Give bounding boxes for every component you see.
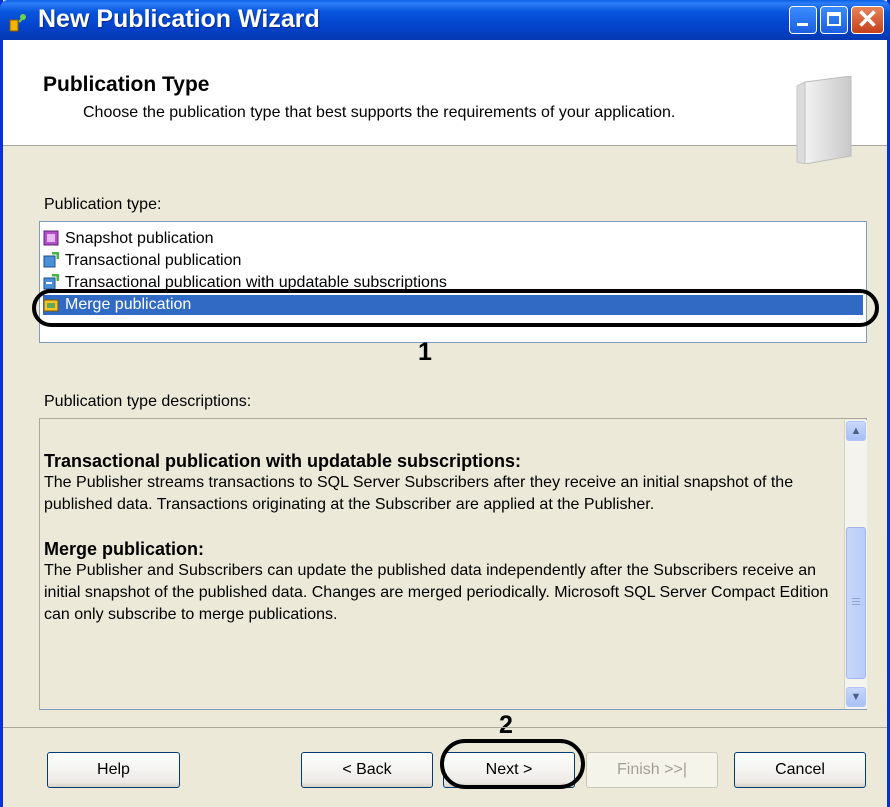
callout-number-1: 1	[418, 338, 432, 366]
list-item-transactional[interactable]: Transactional publication	[43, 251, 863, 271]
description-text: Transactional publication with updatable…	[44, 450, 842, 626]
scroll-up-button[interactable]: ▲	[846, 421, 866, 441]
help-button[interactable]: Help	[47, 752, 180, 788]
description-body: The Publisher streams transactions to SQ…	[44, 474, 794, 513]
vertical-scrollbar[interactable]: ▲ ▼	[844, 420, 867, 709]
wizard-banner-icon	[796, 76, 852, 164]
publication-type-label: Publication type:	[44, 196, 162, 213]
page-title: Publication Type	[43, 73, 210, 96]
callout-ring-selection	[32, 289, 879, 327]
finish-button[interactable]: Finish >>|	[586, 752, 718, 788]
minimize-icon	[797, 23, 808, 26]
description-heading: Merge publication:	[44, 539, 205, 559]
scroll-down-button[interactable]: ▼	[846, 687, 866, 707]
descriptions-label: Publication type descriptions:	[44, 393, 252, 410]
minimize-button[interactable]	[789, 6, 817, 34]
close-icon: ✕	[856, 4, 879, 34]
wizard-window: New Publication Wizard ✕ Publication Typ…	[0, 0, 890, 807]
snapshot-publication-icon	[43, 230, 59, 246]
scroll-thumb[interactable]	[846, 527, 866, 679]
grip-icon	[852, 598, 860, 599]
footer-divider	[3, 727, 887, 728]
close-button[interactable]: ✕	[851, 4, 884, 34]
window-title: New Publication Wizard	[38, 5, 320, 33]
maximize-icon	[827, 12, 841, 26]
description-panel[interactable]: Transactional publication with updatable…	[39, 418, 867, 710]
description-body: The Publisher and Subscribers can update…	[44, 562, 829, 623]
chevron-down-icon: ▼	[850, 691, 862, 703]
updatable-publication-icon	[43, 274, 59, 290]
title-bar[interactable]: New Publication Wizard ✕	[0, 0, 890, 40]
maximize-button[interactable]	[820, 6, 848, 34]
list-item-label: Snapshot publication	[65, 230, 214, 247]
wizard-header: Publication Type Choose the publication …	[3, 40, 887, 164]
list-item-label: Transactional publication	[65, 252, 242, 269]
list-item-snapshot[interactable]: Snapshot publication	[43, 229, 863, 249]
description-heading: Transactional publication with updatable…	[44, 451, 522, 471]
callout-number-2: 2	[499, 711, 513, 739]
page-subtitle: Choose the publication type that best su…	[83, 104, 676, 121]
transactional-publication-icon	[43, 252, 59, 268]
back-button[interactable]: < Back	[301, 752, 433, 788]
wizard-app-icon	[9, 14, 26, 32]
chevron-up-icon: ▲	[850, 425, 862, 437]
cancel-button[interactable]: Cancel	[734, 752, 866, 788]
callout-ring-next	[440, 739, 585, 789]
